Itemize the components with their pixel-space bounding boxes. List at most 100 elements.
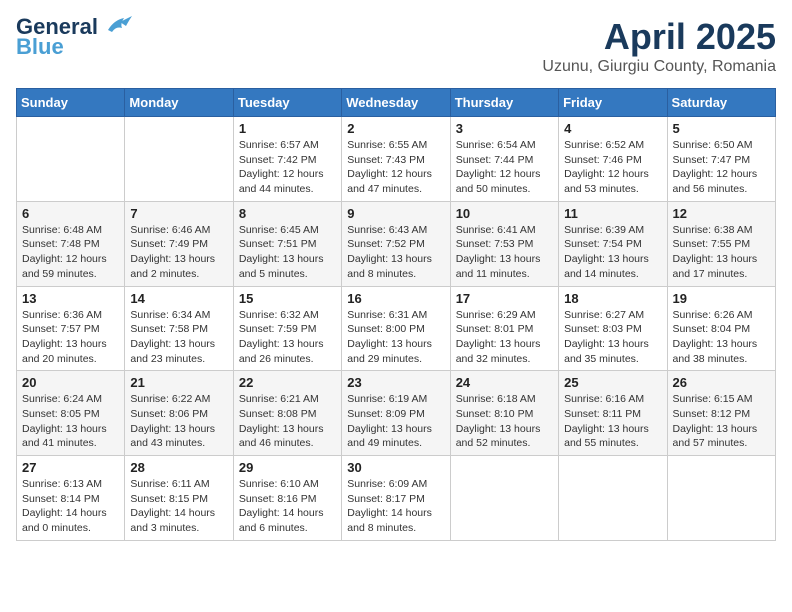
cell-info: Sunrise: 6:48 AM Sunset: 7:48 PM Dayligh… bbox=[22, 223, 119, 282]
cell-day-number: 6 bbox=[22, 206, 119, 221]
calendar-cell: 2Sunrise: 6:55 AM Sunset: 7:43 PM Daylig… bbox=[342, 117, 450, 202]
cell-day-number: 28 bbox=[130, 460, 227, 475]
title-block: April 2025 Uzunu, Giurgiu County, Romani… bbox=[542, 16, 776, 76]
cell-info: Sunrise: 6:54 AM Sunset: 7:44 PM Dayligh… bbox=[456, 138, 553, 197]
calendar-cell bbox=[450, 456, 558, 541]
cell-day-number: 13 bbox=[22, 291, 119, 306]
calendar-cell: 8 Sunrise: 6:45 AM Sunset: 7:51 PM Daylig… bbox=[233, 201, 341, 286]
cell-day-number: 25 bbox=[564, 375, 661, 390]
cell-day-number: 18 bbox=[564, 291, 661, 306]
cell-info: Sunrise: 6:18 AM Sunset: 8:10 PM Dayligh… bbox=[456, 392, 553, 451]
calendar-title: April 2025 bbox=[542, 16, 776, 58]
cell-day-number: 30 bbox=[347, 460, 444, 475]
calendar-cell bbox=[559, 456, 667, 541]
cell-info: Sunrise: 6:31 AM Sunset: 8:00 PM Dayligh… bbox=[347, 308, 444, 367]
header-thursday: Thursday bbox=[450, 89, 558, 117]
cell-day-number: 1 bbox=[239, 121, 336, 136]
calendar-cell: 23 Sunrise: 6:19 AM Sunset: 8:09 PM Dayli… bbox=[342, 371, 450, 456]
calendar-cell: 6 Sunrise: 6:48 AM Sunset: 7:48 PM Daylig… bbox=[17, 201, 125, 286]
calendar-cell: 4 Sunrise: 6:52 AM Sunset: 7:46 PM Daylig… bbox=[559, 117, 667, 202]
cell-info: Sunrise: 6:43 AM Sunset: 7:52 PM Dayligh… bbox=[347, 223, 444, 282]
calendar-cell: 17 Sunrise: 6:29 AM Sunset: 8:01 PM Dayli… bbox=[450, 286, 558, 371]
header-monday: Monday bbox=[125, 89, 233, 117]
cell-day-number: 5 bbox=[673, 121, 770, 136]
calendar-cell: 14 Sunrise: 6:34 AM Sunset: 7:58 PM Dayli… bbox=[125, 286, 233, 371]
calendar-cell: 3 Sunrise: 6:54 AM Sunset: 7:44 PM Daylig… bbox=[450, 117, 558, 202]
cell-day-number: 29 bbox=[239, 460, 336, 475]
calendar-cell: 5 Sunrise: 6:50 AM Sunset: 7:47 PM Daylig… bbox=[667, 117, 775, 202]
cell-day-number: 2 bbox=[347, 121, 444, 136]
cell-info: Sunrise: 6:38 AM Sunset: 7:55 PM Dayligh… bbox=[673, 223, 770, 282]
calendar-cell: 11 Sunrise: 6:39 AM Sunset: 7:54 PM Dayli… bbox=[559, 201, 667, 286]
cell-day-number: 19 bbox=[673, 291, 770, 306]
cell-info: Sunrise: 6:27 AM Sunset: 8:03 PM Dayligh… bbox=[564, 308, 661, 367]
calendar-cell bbox=[125, 117, 233, 202]
calendar-table: SundayMondayTuesdayWednesdayThursdayFrid… bbox=[16, 88, 776, 541]
calendar-cell: 7 Sunrise: 6:46 AM Sunset: 7:49 PM Daylig… bbox=[125, 201, 233, 286]
cell-info: Sunrise: 6:32 AM Sunset: 7:59 PM Dayligh… bbox=[239, 308, 336, 367]
cell-day-number: 27 bbox=[22, 460, 119, 475]
calendar-cell: 22 Sunrise: 6:21 AM Sunset: 8:08 PM Dayli… bbox=[233, 371, 341, 456]
cell-info: Sunrise: 6:39 AM Sunset: 7:54 PM Dayligh… bbox=[564, 223, 661, 282]
cell-info: Sunrise: 6:29 AM Sunset: 8:01 PM Dayligh… bbox=[456, 308, 553, 367]
cell-info: Sunrise: 6:45 AM Sunset: 7:51 PM Dayligh… bbox=[239, 223, 336, 282]
cell-info: Sunrise: 6:52 AM Sunset: 7:46 PM Dayligh… bbox=[564, 138, 661, 197]
cell-day-number: 26 bbox=[673, 375, 770, 390]
cell-day-number: 4 bbox=[564, 121, 661, 136]
calendar-cell: 13 Sunrise: 6:36 AM Sunset: 7:57 PM Dayli… bbox=[17, 286, 125, 371]
cell-info: Sunrise: 6:13 AM Sunset: 8:14 PM Dayligh… bbox=[22, 477, 119, 536]
cell-day-number: 3 bbox=[456, 121, 553, 136]
calendar-cell bbox=[17, 117, 125, 202]
calendar-cell bbox=[667, 456, 775, 541]
calendar-cell: 27 Sunrise: 6:13 AM Sunset: 8:14 PM Dayli… bbox=[17, 456, 125, 541]
calendar-cell: 29 Sunrise: 6:10 AM Sunset: 8:16 PM Dayli… bbox=[233, 456, 341, 541]
header-sunday: Sunday bbox=[17, 89, 125, 117]
cell-info: Sunrise: 6:46 AM Sunset: 7:49 PM Dayligh… bbox=[130, 223, 227, 282]
cell-day-number: 12 bbox=[673, 206, 770, 221]
calendar-cell: 26 Sunrise: 6:15 AM Sunset: 8:12 PM Dayli… bbox=[667, 371, 775, 456]
cell-day-number: 11 bbox=[564, 206, 661, 221]
calendar-cell: 19 Sunrise: 6:26 AM Sunset: 8:04 PM Dayli… bbox=[667, 286, 775, 371]
header-tuesday: Tuesday bbox=[233, 89, 341, 117]
cell-day-number: 21 bbox=[130, 375, 227, 390]
logo: General Blue bbox=[16, 16, 132, 60]
calendar-header: SundayMondayTuesdayWednesdayThursdayFrid… bbox=[17, 89, 776, 117]
cell-day-number: 24 bbox=[456, 375, 553, 390]
cell-day-number: 22 bbox=[239, 375, 336, 390]
calendar-cell: 25 Sunrise: 6:16 AM Sunset: 8:11 PM Dayli… bbox=[559, 371, 667, 456]
calendar-cell: 24 Sunrise: 6:18 AM Sunset: 8:10 PM Dayli… bbox=[450, 371, 558, 456]
cell-day-number: 20 bbox=[22, 375, 119, 390]
header-friday: Friday bbox=[559, 89, 667, 117]
cell-info: Sunrise: 6:09 AM Sunset: 8:17 PM Dayligh… bbox=[347, 477, 444, 536]
cell-info: Sunrise: 6:15 AM Sunset: 8:12 PM Dayligh… bbox=[673, 392, 770, 451]
calendar-cell: 12 Sunrise: 6:38 AM Sunset: 7:55 PM Dayli… bbox=[667, 201, 775, 286]
calendar-subtitle: Uzunu, Giurgiu County, Romania bbox=[542, 58, 776, 76]
cell-info: Sunrise: 6:41 AM Sunset: 7:53 PM Dayligh… bbox=[456, 223, 553, 282]
cell-info: Sunrise: 6:16 AM Sunset: 8:11 PM Dayligh… bbox=[564, 392, 661, 451]
cell-info: Sunrise: 6:10 AM Sunset: 8:16 PM Dayligh… bbox=[239, 477, 336, 536]
cell-info: Sunrise: 6:36 AM Sunset: 7:57 PM Dayligh… bbox=[22, 308, 119, 367]
page-header: General Blue April 2025 Uzunu, Giurgiu C… bbox=[16, 16, 776, 76]
cell-info: Sunrise: 6:24 AM Sunset: 8:05 PM Dayligh… bbox=[22, 392, 119, 451]
calendar-cell: 15 Sunrise: 6:32 AM Sunset: 7:59 PM Dayli… bbox=[233, 286, 341, 371]
cell-day-number: 7 bbox=[130, 206, 227, 221]
cell-day-number: 9 bbox=[347, 206, 444, 221]
cell-info: Sunrise: 6:26 AM Sunset: 8:04 PM Dayligh… bbox=[673, 308, 770, 367]
calendar-cell: 28Sunrise: 6:11 AM Sunset: 8:15 PM Dayli… bbox=[125, 456, 233, 541]
cell-info: Sunrise: 6:50 AM Sunset: 7:47 PM Dayligh… bbox=[673, 138, 770, 197]
calendar-cell: 9 Sunrise: 6:43 AM Sunset: 7:52 PM Daylig… bbox=[342, 201, 450, 286]
cell-info: Sunrise: 6:21 AM Sunset: 8:08 PM Dayligh… bbox=[239, 392, 336, 451]
calendar-cell: 20 Sunrise: 6:24 AM Sunset: 8:05 PM Dayli… bbox=[17, 371, 125, 456]
cell-info: Sunrise: 6:57 AM Sunset: 7:42 PM Dayligh… bbox=[239, 138, 336, 197]
cell-day-number: 14 bbox=[130, 291, 227, 306]
cell-day-number: 10 bbox=[456, 206, 553, 221]
calendar-cell: 18 Sunrise: 6:27 AM Sunset: 8:03 PM Dayli… bbox=[559, 286, 667, 371]
calendar-cell: 21Sunrise: 6:22 AM Sunset: 8:06 PM Dayli… bbox=[125, 371, 233, 456]
cell-info: Sunrise: 6:19 AM Sunset: 8:09 PM Dayligh… bbox=[347, 392, 444, 451]
cell-day-number: 8 bbox=[239, 206, 336, 221]
calendar-cell: 10 Sunrise: 6:41 AM Sunset: 7:53 PM Dayli… bbox=[450, 201, 558, 286]
cell-day-number: 23 bbox=[347, 375, 444, 390]
cell-info: Sunrise: 6:34 AM Sunset: 7:58 PM Dayligh… bbox=[130, 308, 227, 367]
cell-day-number: 17 bbox=[456, 291, 553, 306]
cell-day-number: 15 bbox=[239, 291, 336, 306]
